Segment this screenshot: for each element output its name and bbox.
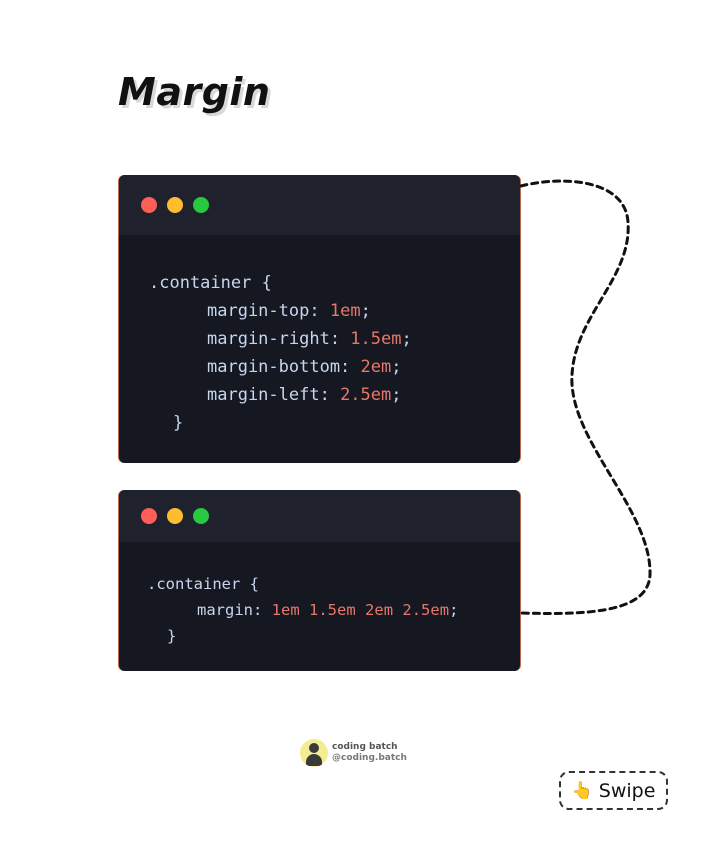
author-credit: coding batch @coding.batch — [300, 739, 407, 767]
pointing-hand-icon: 👆 — [571, 780, 593, 801]
swipe-label: Swipe — [598, 779, 656, 802]
person-avatar-icon — [300, 739, 328, 767]
dashed-connector-line — [519, 179, 652, 615]
credit-handle: @coding.batch — [332, 753, 407, 763]
credit-name: coding batch — [332, 742, 398, 752]
swipe-button[interactable]: 👆 Swipe — [559, 771, 668, 810]
